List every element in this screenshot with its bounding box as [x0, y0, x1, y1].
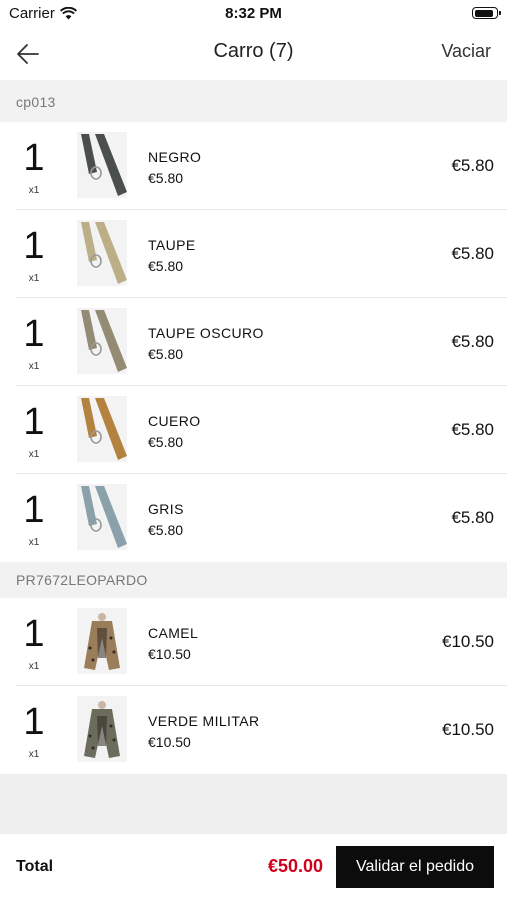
quantity-multiplier: x1 [28, 449, 40, 460]
total-label: Total [16, 858, 54, 875]
product-variant-name: TAUPE OSCURO [148, 325, 264, 341]
status-time: 8:32 PM [225, 5, 282, 22]
product-thumbnail [77, 696, 127, 762]
quantity-multiplier: x1 [28, 749, 40, 760]
status-bar: Carrier 8:32 PM [0, 0, 507, 28]
checkout-footer: Total €50.00 Validar el pedido [0, 834, 507, 900]
quantity: 1 [23, 313, 45, 355]
product-variant-name: NEGRO [148, 149, 202, 165]
unit-price: €5.80 [148, 522, 184, 538]
quantity-multiplier: x1 [28, 273, 40, 284]
page-title: Carro (7) [213, 40, 294, 62]
line-total: €5.80 [451, 244, 494, 263]
quantity: 1 [23, 225, 45, 267]
cart-item-row[interactable]: 1 x1 VERDE MILITAR €10.50 €10.50 [0, 686, 507, 774]
cart-item-row[interactable]: 1 x1 TAUPE €5.80 €5.80 [0, 210, 507, 298]
unit-price: €5.80 [148, 346, 184, 362]
line-total: €5.80 [451, 508, 494, 527]
total-amount: €50.00 [267, 856, 323, 876]
unit-price: €5.80 [148, 434, 184, 450]
battery-level [474, 9, 493, 17]
line-total: €10.50 [442, 632, 494, 651]
line-total: €5.80 [451, 156, 494, 175]
unit-price: €10.50 [148, 734, 191, 750]
quantity: 1 [23, 137, 45, 179]
product-thumbnail [77, 132, 127, 198]
product-thumbnail [77, 484, 127, 550]
cart-item-row[interactable]: 1 x1 GRIS €5.80 €5.80 [0, 474, 507, 562]
nav-bar: Carro (7) Vaciar [0, 28, 507, 80]
unit-price: €10.50 [148, 646, 191, 662]
product-variant-name: CAMEL [148, 625, 199, 641]
quantity: 1 [23, 489, 45, 531]
quantity-multiplier: x1 [28, 661, 40, 672]
battery-icon [472, 7, 501, 19]
cart-item-row[interactable]: 1 x1 CAMEL €10.50 €10.50 [0, 598, 507, 686]
cart-item-row[interactable]: 1 x1 CUERO €5.80 €5.80 [0, 386, 507, 474]
product-thumbnail [77, 220, 127, 286]
product-variant-name: GRIS [148, 501, 184, 517]
quantity-multiplier: x1 [28, 361, 40, 372]
cart-screen: Carrier 8:32 PM Carro (7) Vaciar cp013 1… [0, 0, 507, 900]
back-button[interactable] [14, 40, 46, 68]
quantity: 1 [23, 613, 45, 655]
line-total: €5.80 [451, 332, 494, 351]
section-header: cp013 [0, 80, 507, 122]
quantity: 1 [23, 401, 45, 443]
empty-cart-button[interactable]: Vaciar [441, 41, 491, 62]
product-thumbnail [77, 308, 127, 374]
product-variant-name: TAUPE [148, 237, 196, 253]
line-total: €5.80 [451, 420, 494, 439]
arrow-left-icon [17, 44, 39, 64]
quantity: 1 [23, 701, 45, 743]
unit-price: €5.80 [148, 258, 184, 274]
quantity-multiplier: x1 [28, 185, 40, 196]
line-total: €10.50 [442, 720, 494, 739]
section-header: PR7672LEOPARDO [0, 562, 507, 598]
cart-item-row[interactable]: 1 x1 TAUPE OSCURO €5.80 €5.80 [0, 298, 507, 386]
unit-price: €5.80 [148, 170, 184, 186]
product-thumbnail [77, 608, 127, 674]
checkout-button[interactable]: Validar el pedido [336, 846, 494, 888]
quantity-multiplier: x1 [28, 537, 40, 548]
cart-item-row[interactable]: 1 x1 NEGRO €5.80 €5.80 [0, 122, 507, 210]
product-variant-name: CUERO [148, 413, 201, 429]
product-thumbnail [77, 396, 127, 462]
product-variant-name: VERDE MILITAR [148, 713, 260, 729]
